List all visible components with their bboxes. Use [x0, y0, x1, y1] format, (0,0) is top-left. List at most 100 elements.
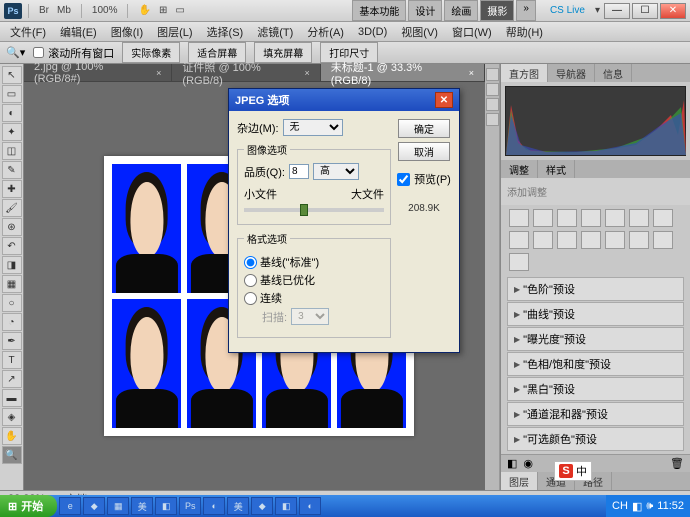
- taskbar-item[interactable]: ◧: [155, 497, 177, 515]
- taskbar-item[interactable]: Ps: [179, 497, 201, 515]
- progressive-radio[interactable]: [244, 292, 257, 305]
- eyedropper-tool[interactable]: ✎: [2, 161, 22, 179]
- close-icon[interactable]: ×: [305, 68, 310, 78]
- panel-icon[interactable]: [486, 68, 499, 81]
- doc-tab-2[interactable]: 证件照 @ 100%(RGB/8)×: [172, 64, 320, 81]
- preset-item[interactable]: ▶"色阶"预设: [507, 277, 684, 301]
- adj-brightness-icon[interactable]: [509, 209, 529, 227]
- adj-vibrance-icon[interactable]: [605, 209, 625, 227]
- taskbar-item[interactable]: ◧: [275, 497, 297, 515]
- tray-icon[interactable]: 🕪: [646, 500, 653, 513]
- close-icon[interactable]: ×: [469, 68, 474, 78]
- minimize-button[interactable]: —: [604, 3, 630, 19]
- quality-select[interactable]: 高: [313, 163, 359, 180]
- eraser-tool[interactable]: ◨: [2, 256, 22, 274]
- stamp-tool[interactable]: ⊛: [2, 218, 22, 236]
- footer-icon[interactable]: ◧: [507, 457, 517, 470]
- panel-icon[interactable]: [486, 83, 499, 96]
- adj-gradient-map-icon[interactable]: [653, 231, 673, 249]
- zoom-tool[interactable]: 🔍: [2, 446, 22, 464]
- taskbar-item[interactable]: ◐: [203, 497, 225, 515]
- doc-tab-1[interactable]: 2.jpg @ 100% (RGB/8#)×: [24, 64, 172, 81]
- close-icon[interactable]: ×: [156, 68, 161, 78]
- hand-icon[interactable]: ✋: [134, 4, 154, 17]
- taskbar-item[interactable]: ▦: [107, 497, 129, 515]
- ws-design[interactable]: 设计: [408, 0, 442, 21]
- menu-layer[interactable]: 图层(L): [151, 22, 198, 42]
- adj-curves-icon[interactable]: [557, 209, 577, 227]
- blur-tool[interactable]: ○: [2, 294, 22, 312]
- menu-view[interactable]: 视图(V): [395, 22, 444, 42]
- menu-select[interactable]: 选择(S): [201, 22, 250, 42]
- tray-icon[interactable]: ◧: [632, 500, 642, 513]
- view-icon[interactable]: ⊞: [155, 4, 171, 17]
- dodge-tool[interactable]: ◔: [2, 313, 22, 331]
- history-brush-tool[interactable]: ↶: [2, 237, 22, 255]
- maximize-button[interactable]: ☐: [632, 3, 658, 19]
- adj-invert-icon[interactable]: [581, 231, 601, 249]
- preset-item[interactable]: ▶"曝光度"预设: [507, 327, 684, 351]
- quality-slider[interactable]: [244, 208, 384, 212]
- tab-masks[interactable]: 样式: [538, 160, 575, 178]
- trash-icon[interactable]: 🗑: [670, 457, 684, 470]
- preset-item[interactable]: ▶"色相/饱和度"预设: [507, 352, 684, 376]
- pen-tool[interactable]: ✒: [2, 332, 22, 350]
- 3d-tool[interactable]: ◈: [2, 408, 22, 426]
- adj-selective-icon[interactable]: [509, 253, 529, 271]
- close-button[interactable]: ✕: [660, 3, 686, 19]
- cslive-link[interactable]: CS Live: [550, 5, 585, 16]
- tab-layers[interactable]: 图层: [501, 472, 538, 490]
- minibridge-icon[interactable]: Mb: [53, 4, 75, 17]
- optimized-radio[interactable]: [244, 274, 257, 287]
- ime-indicator[interactable]: S中: [554, 461, 592, 481]
- ws-painting[interactable]: 绘画: [444, 0, 478, 21]
- dialog-titlebar[interactable]: JPEG 选项 ✕: [229, 89, 459, 111]
- tab-info[interactable]: 信息: [595, 64, 632, 82]
- adj-exposure-icon[interactable]: [581, 209, 601, 227]
- preset-item[interactable]: ▶"黑白"预设: [507, 377, 684, 401]
- taskbar-item[interactable]: 美: [131, 497, 153, 515]
- matte-select[interactable]: 无: [283, 119, 343, 136]
- preset-item[interactable]: ▶"通道混和器"预设: [507, 402, 684, 426]
- wand-tool[interactable]: ✦: [2, 123, 22, 141]
- taskbar-item[interactable]: ◆: [251, 497, 273, 515]
- adj-posterize-icon[interactable]: [605, 231, 625, 249]
- crop-tool[interactable]: ◫: [2, 142, 22, 160]
- ws-essentials[interactable]: 基本功能: [352, 0, 406, 21]
- taskbar-item[interactable]: e: [59, 497, 81, 515]
- gradient-tool[interactable]: ▦: [2, 275, 22, 293]
- footer-icon[interactable]: ◉: [523, 457, 533, 470]
- path-tool[interactable]: ↗: [2, 370, 22, 388]
- adj-bw-icon[interactable]: [509, 231, 529, 249]
- tab-adjustments[interactable]: 调整: [501, 160, 538, 178]
- marquee-tool[interactable]: ▭: [2, 85, 22, 103]
- system-tray[interactable]: CH ◧ 🕪 11:52: [606, 495, 690, 517]
- adj-levels-icon[interactable]: [533, 209, 553, 227]
- move-tool[interactable]: ↖: [2, 66, 22, 84]
- taskbar-item[interactable]: 美: [227, 497, 249, 515]
- panel-icon[interactable]: [486, 98, 499, 111]
- quality-input[interactable]: [289, 164, 309, 179]
- ws-photography[interactable]: 摄影: [480, 0, 514, 21]
- cancel-button[interactable]: 取消: [398, 142, 450, 161]
- menu-image[interactable]: 图像(I): [105, 22, 149, 42]
- menu-window[interactable]: 窗口(W): [446, 22, 498, 42]
- scroll-all-checkbox[interactable]: [33, 47, 44, 58]
- adj-balance-icon[interactable]: [653, 209, 673, 227]
- lasso-tool[interactable]: ◐: [2, 104, 22, 122]
- heal-tool[interactable]: ✚: [2, 180, 22, 198]
- slider-thumb[interactable]: [300, 204, 308, 216]
- hand-tool[interactable]: ✋: [2, 427, 22, 445]
- baseline-radio[interactable]: [244, 256, 257, 269]
- preset-item[interactable]: ▶"可选颜色"预设: [507, 427, 684, 451]
- ws-more-icon[interactable]: »: [516, 0, 536, 21]
- preview-checkbox[interactable]: [397, 173, 410, 186]
- adj-photo-filter-icon[interactable]: [533, 231, 553, 249]
- menu-analysis[interactable]: 分析(A): [301, 22, 350, 42]
- tool-preset-icon[interactable]: 🔍▾: [6, 46, 25, 59]
- panel-icon[interactable]: [486, 113, 499, 126]
- menu-filter[interactable]: 滤镜(T): [251, 22, 299, 42]
- shape-tool[interactable]: ▬: [2, 389, 22, 407]
- brush-tool[interactable]: 🖌: [2, 199, 22, 217]
- tab-histogram[interactable]: 直方图: [501, 64, 548, 82]
